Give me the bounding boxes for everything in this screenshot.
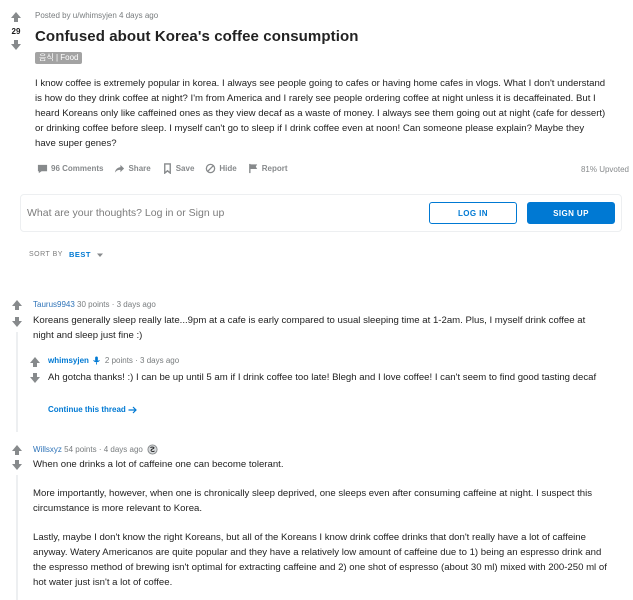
microphone-icon [93, 356, 100, 365]
comment-login-box: What are your thoughts? Log in or Sign u… [20, 194, 622, 232]
upvote-arrow-icon[interactable] [10, 11, 22, 23]
sort-dropdown[interactable]: SORT BY BEST [29, 250, 104, 259]
flag-icon [248, 163, 257, 174]
comment-paragraph: When one drinks a lot of caffeine one ca… [33, 459, 284, 470]
reply-text: Ah gotcha thanks! :) I can be up until 5… [48, 372, 597, 383]
report-label: Report [261, 164, 288, 173]
comment-paragraph: More importantly, however, when one is c… [33, 488, 593, 514]
comment-1: Taurus9943 30 points · 3 days ago Korean… [0, 295, 633, 435]
share-icon [115, 164, 125, 173]
share-label: Share [128, 164, 151, 173]
reply-time[interactable]: 3 days ago [140, 356, 179, 365]
post-actions: 96 Comments Share Save Hide Report [37, 163, 299, 174]
hide-icon [206, 163, 216, 174]
bookmark-icon [163, 163, 171, 174]
comment-points: 54 points [64, 445, 97, 454]
comment-paragraph: Lastly, maybe I don't know the right Kor… [33, 532, 607, 588]
comment-time[interactable]: 4 days ago [104, 445, 143, 454]
downvote-arrow-icon[interactable] [29, 372, 41, 384]
post-title[interactable]: Confused about Korea's coffee consumptio… [35, 28, 359, 45]
hide-button[interactable]: Hide [205, 163, 237, 174]
reply-body: Ah gotcha thanks! :) I can be up until 5… [48, 370, 608, 385]
continue-thread-link[interactable]: Continue this thread [48, 405, 137, 414]
thread-line[interactable] [16, 475, 18, 600]
caret-down-icon [97, 253, 103, 257]
report-button[interactable]: Report [248, 163, 288, 174]
comments-button[interactable]: 96 Comments [37, 163, 103, 174]
hide-label: Hide [219, 164, 237, 173]
comment-author[interactable]: Taurus9943 [33, 300, 75, 309]
reply-author[interactable]: whimsyjen [48, 356, 89, 365]
upvote-arrow-icon[interactable] [11, 444, 23, 456]
award-icon [147, 444, 158, 455]
reply-meta: whimsyjen 2 points · 3 days ago [48, 356, 180, 365]
upvote-arrow-icon[interactable] [29, 356, 41, 368]
comment-text: Koreans generally sleep really late...9p… [33, 315, 586, 341]
comments-count: 96 Comments [51, 164, 104, 173]
comment-time[interactable]: 3 days ago [117, 300, 156, 309]
auth-buttons: LOG IN SIGN UP [429, 202, 615, 224]
share-button[interactable]: Share [114, 163, 151, 174]
save-label: Save [175, 164, 195, 173]
downvote-arrow-icon[interactable] [11, 316, 23, 328]
post-score: 29 [11, 27, 21, 36]
comment-points: 30 points [77, 300, 110, 309]
save-button[interactable]: Save [162, 163, 195, 174]
continue-thread-label: Continue this thread [48, 405, 126, 414]
signup-button[interactable]: SIGN UP [527, 202, 615, 224]
comment-body: When one drinks a lot of caffeine one ca… [33, 457, 608, 590]
post-flair[interactable]: 음식 | Food [35, 52, 83, 64]
post: 29 Posted by u/whimsyjen 4 days ago Conf… [0, 0, 633, 185]
sort-label: SORT BY [29, 251, 63, 258]
login-button[interactable]: LOG IN [429, 202, 517, 224]
post-body-text: I know coffee is extremely popular in ko… [35, 78, 606, 149]
post-byline[interactable]: Posted by u/whimsyjen 4 days ago [35, 11, 158, 20]
comment-2: Willsxyz 54 points · 4 days ago When one… [0, 440, 633, 600]
comment-author[interactable]: Willsxyz [33, 445, 62, 454]
thread-line[interactable] [16, 332, 18, 432]
reply-points: 2 points [104, 356, 133, 365]
comment-meta: Taurus9943 30 points · 3 days ago [33, 300, 156, 309]
comment-prompt[interactable]: What are your thoughts? Log in or Sign u… [27, 207, 224, 219]
downvote-arrow-icon[interactable] [10, 39, 22, 51]
sort-value: BEST [68, 250, 91, 259]
post-body: I know coffee is extremely popular in ko… [35, 76, 607, 151]
comment-meta: Willsxyz 54 points · 4 days ago [33, 444, 158, 455]
arrow-right-icon [128, 406, 137, 413]
downvote-arrow-icon[interactable] [11, 459, 23, 471]
comment-body: Koreans generally sleep really late...9p… [33, 313, 608, 343]
upvote-arrow-icon[interactable] [11, 299, 23, 311]
upvote-ratio: 81% Upvoted [580, 165, 629, 174]
comment-icon [37, 164, 48, 174]
